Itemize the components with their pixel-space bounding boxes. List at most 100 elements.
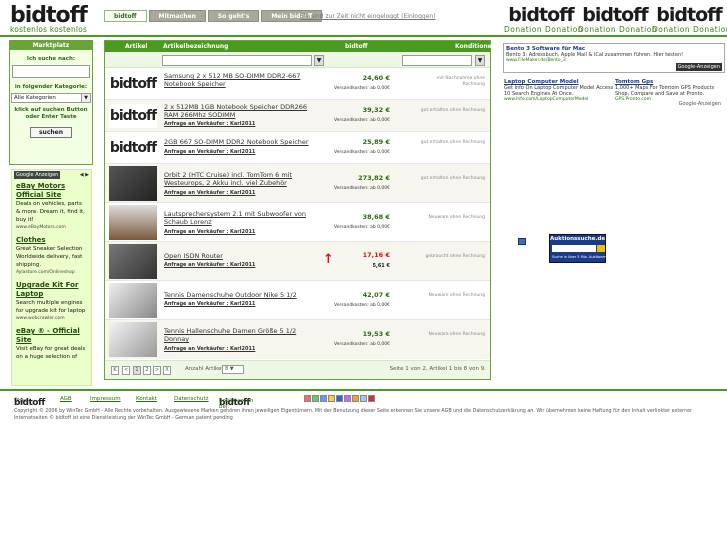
article-title[interactable]: Tennis Hallenschuhe Damen Größe 5 1/2 Do…	[164, 327, 309, 343]
article-title[interactable]: Lautsprechersystem 2.1 mit Subwoofer von…	[164, 210, 309, 226]
article-title[interactable]: Samsung 2 x 512 MB SO-DIMM DDR2-667 Note…	[164, 72, 309, 88]
bookmark-icon[interactable]	[304, 395, 311, 402]
article-thumbnail[interactable]	[109, 322, 157, 357]
ad-url[interactable]: www.Info.com/LaptopComputerModel	[504, 97, 614, 102]
ad-title[interactable]: eBay Motors Official Site	[16, 182, 87, 200]
table-row[interactable]: Tennis Hallenschuhe Damen Größe 5 1/2 Do…	[105, 320, 490, 359]
bookmark-icon[interactable]	[336, 395, 343, 402]
seller-link[interactable]: Anfrage an Verkäufer : Karl2011	[164, 262, 255, 268]
filter-icon[interactable]: ▼	[475, 55, 485, 66]
article-title[interactable]: 2 x 512MB 1GB Notebook Speicher DDR266 R…	[164, 103, 309, 119]
article-title[interactable]: Tennis Damenschuhe Outdoor Nike 5 1/2	[164, 291, 309, 299]
article-title[interactable]: Orbit 2 (HTC Cruise) incl. TomTom 6 mit …	[164, 171, 309, 187]
first-page-button[interactable]: K	[111, 366, 119, 375]
bookmark-icon[interactable]	[312, 395, 319, 402]
article-title[interactable]: Open ISDN Router	[164, 252, 309, 260]
table-row[interactable]: Tennis Damenschuhe Outdoor Nike 5 1/2 An…	[105, 281, 490, 320]
col-description[interactable]: Artikelbezeichnung	[163, 43, 228, 50]
donation-banner[interactable]: bidtoffDonation Donation	[652, 5, 727, 34]
table-row[interactable]: bidtoff 2 x 512MB 1GB Notebook Speicher …	[105, 100, 490, 132]
donation-banner[interactable]: bidtoffDonation Donation	[504, 5, 583, 34]
article-thumbnail[interactable]	[109, 283, 157, 318]
auktion-search-input[interactable]	[552, 245, 596, 252]
table-row[interactable]: Open ISDN Router Anfrage an Verkäufer : …	[105, 242, 490, 281]
last-page-button[interactable]: X	[163, 366, 171, 375]
footer-link-agb[interactable]: AGB	[60, 396, 72, 402]
bookmark-icon[interactable]	[352, 395, 359, 402]
description-filter-input[interactable]	[162, 55, 312, 66]
table-row[interactable]: bidtoff Samsung 2 x 512 MB SO-DIMM DDR2-…	[105, 68, 490, 100]
auktion-search-button[interactable]	[597, 245, 605, 252]
col-conditions[interactable]: Konditionen	[455, 43, 496, 50]
seller-link[interactable]: Anfrage an Verkäufer : Karl2011	[164, 301, 255, 307]
bookmark-icon[interactable]	[368, 395, 375, 402]
ad-url[interactable]: www.eBayMotors.com	[16, 224, 87, 231]
ad-item[interactable]: eBay Motors Official Site Deals on vehic…	[12, 180, 91, 234]
seller-link[interactable]: Anfrage an Verkäufer : Karl2011	[164, 346, 255, 352]
widget-icon[interactable]	[518, 238, 526, 245]
search-button[interactable]: suchen	[30, 127, 72, 138]
article-thumbnail[interactable]	[109, 244, 157, 279]
footer-link-impressum[interactable]: Impressum	[90, 396, 121, 402]
login-status-link[interactable]: Sie sind zur Zeit nicht eingeloggt (Einl…	[300, 13, 436, 20]
shipping-cost: Versandkosten: ab 0,00€	[334, 86, 390, 91]
ad-title[interactable]: Bento 3 Software für Mac	[504, 44, 724, 52]
ad-item[interactable]: Tomtom Gps 1,000+ Maps For Tomtom GPS Pr…	[615, 79, 725, 102]
tab-bidtoff[interactable]: bidtoff	[104, 10, 147, 22]
bookmark-icon[interactable]	[320, 395, 327, 402]
seller-link[interactable]: Anfrage an Verkäufer : Karl2011	[164, 190, 255, 196]
category-select[interactable]: Alle Kategorien ▼	[11, 93, 91, 103]
seller-link[interactable]: Anfrage an Verkäufer : Karl2011	[164, 229, 255, 235]
table-row[interactable]: bidtoff 2GB 667 SO-DIMM DDR2 Notebook Sp…	[105, 132, 490, 164]
search-input[interactable]	[12, 65, 90, 78]
article-thumbnail[interactable]	[109, 166, 157, 201]
bookmark-icon[interactable]	[344, 395, 351, 402]
col-article[interactable]: Artikel	[125, 43, 147, 50]
ad-title[interactable]: Clothes	[16, 236, 87, 245]
social-bookmarks	[304, 395, 375, 402]
ad-title[interactable]: Upgrade Kit For Laptop	[16, 281, 87, 299]
footer-link-kontakt[interactable]: Kontakt	[136, 396, 157, 402]
tab-mitmachen[interactable]: Mitmachen	[148, 10, 206, 22]
ad-url[interactable]: www.webcrawler.com	[16, 315, 87, 322]
widget-title[interactable]: Auktionssuche.de	[550, 235, 605, 242]
table-row[interactable]: Orbit 2 (HTC Cruise) incl. TomTom 6 mit …	[105, 164, 490, 203]
per-page-select[interactable]: 8 ▼	[222, 365, 244, 374]
right-ad-bento[interactable]: Bento 3 Software für Mac Bento 3: Adress…	[503, 43, 725, 73]
ad-url[interactable]: Aylastore.com/Onlineshop	[16, 269, 87, 276]
ad-item[interactable]: Clothes Great Sneaker Selection Worldwid…	[12, 234, 91, 279]
shipping-cost: Versandkosten: ab 0,00€	[334, 303, 390, 308]
donation-banner[interactable]: bidtoffDonation Donation	[578, 5, 657, 34]
article-thumbnail[interactable]: bidtoff	[109, 104, 157, 128]
ads-nav-arrows-icon[interactable]: ◀ ▶	[80, 172, 89, 178]
article-title[interactable]: 2GB 667 SO-DIMM DDR2 Notebook Speicher	[164, 138, 309, 146]
footer-link-datenschutz[interactable]: Datenschutz	[174, 396, 209, 402]
table-row[interactable]: Lautsprechersystem 2.1 mit Subwoofer von…	[105, 203, 490, 242]
ad-item[interactable]: Laptop Computer Model Get Info On Laptop…	[504, 79, 614, 102]
article-thumbnail[interactable]: bidtoff	[109, 72, 157, 96]
google-ads-badge[interactable]: Google-Anzeigen	[676, 100, 723, 108]
ad-title[interactable]: eBay ® - Official Site	[16, 327, 87, 345]
footer-divider	[0, 389, 727, 391]
ad-item[interactable]: eBay ® - Official Site Visit eBay for gr…	[12, 325, 91, 364]
seller-link[interactable]: Anfrage an Verkäufer : Karl2011	[164, 121, 255, 127]
page-1-button[interactable]: 1	[133, 366, 141, 375]
bookmark-icon[interactable]	[360, 395, 367, 402]
panel-title: Marktplatz	[10, 41, 92, 50]
article-thumbnail[interactable]: bidtoff	[109, 136, 157, 160]
ad-item[interactable]: Upgrade Kit For Laptop Search multiple e…	[12, 279, 91, 325]
ad-body: Visit eBay for great deals on a huge sel…	[16, 346, 86, 360]
google-ads-badge[interactable]: Google Anzeigen	[14, 171, 61, 179]
conditions-filter-input[interactable]	[402, 55, 472, 66]
tab-so-gehts[interactable]: So geht's	[207, 10, 260, 22]
seller-link[interactable]: Anfrage an Verkäufer : Karl2011	[164, 149, 255, 155]
prev-page-button[interactable]: <	[122, 366, 131, 375]
page-2-button[interactable]: 2	[143, 366, 151, 375]
bidtoff-logo[interactable]: bidtoff kostenlos kostenlos	[10, 5, 96, 35]
copyright-text: Copyright © 2006 by WinTec GmbH - Alle R…	[14, 409, 693, 421]
google-ads-badge[interactable]: Google-Anzeigen	[675, 63, 722, 71]
next-page-button[interactable]: >	[153, 366, 162, 375]
article-thumbnail[interactable]	[109, 205, 157, 240]
bookmark-icon[interactable]	[328, 395, 335, 402]
filter-icon[interactable]: ▼	[314, 55, 324, 66]
